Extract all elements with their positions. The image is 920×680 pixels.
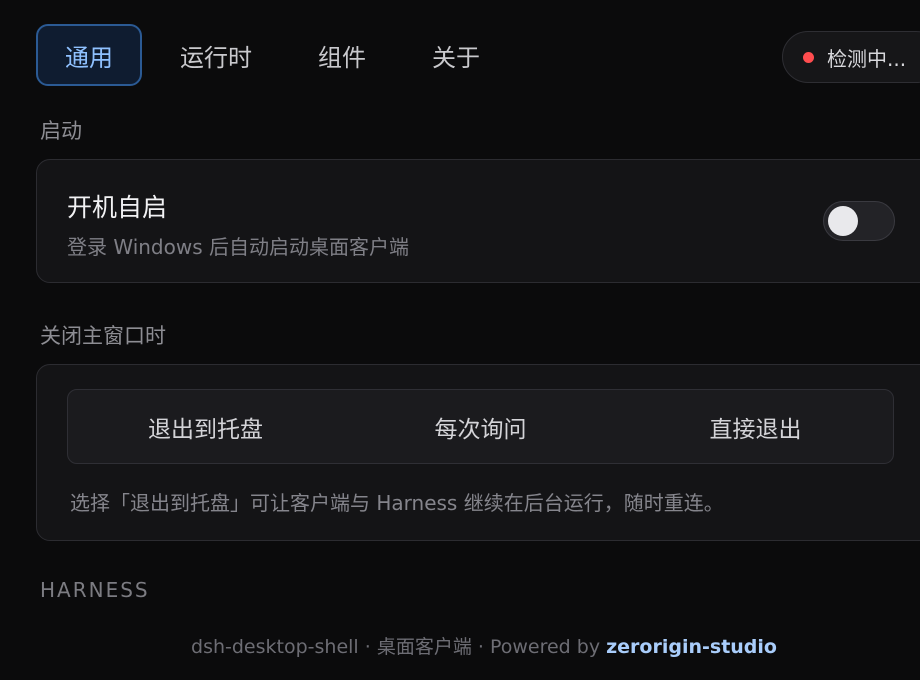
section-label-harness: HARNESS xyxy=(40,578,150,602)
section-label-startup: 启动 xyxy=(40,119,82,143)
startup-card: 开机自启 登录 Windows 后自动启动桌面客户端 xyxy=(36,159,920,283)
close-behavior-card: 退出到托盘 每次询问 直接退出 选择「退出到托盘」可让客户端与 Harness … xyxy=(36,364,920,541)
footer: dsh-desktop-shell · 桌面客户端 · Powered by z… xyxy=(0,632,920,659)
autostart-description: 登录 Windows 后自动启动桌面客户端 xyxy=(67,235,409,259)
section-label-close-window: 关闭主窗口时 xyxy=(40,324,166,348)
status-dot-icon xyxy=(803,51,814,63)
toggle-knob xyxy=(828,206,858,236)
status-badge: 检测中... xyxy=(782,31,920,83)
tab-runtime[interactable]: 运行时 xyxy=(152,24,280,86)
tab-bar: 通用 运行时 组件 关于 xyxy=(36,24,518,86)
autostart-title: 开机自启 xyxy=(67,193,168,222)
status-label: 检测中... xyxy=(827,46,907,71)
close-behavior-selector: 退出到托盘 每次询问 直接退出 xyxy=(67,389,894,464)
option-ask-every-time[interactable]: 每次询问 xyxy=(343,390,618,463)
tab-general[interactable]: 通用 xyxy=(36,24,142,86)
tab-about[interactable]: 关于 xyxy=(404,24,508,86)
footer-text: dsh-desktop-shell · 桌面客户端 · Powered by xyxy=(191,636,607,658)
close-behavior-hint: 选择「退出到托盘」可让客户端与 Harness 继续在后台运行，随时重连。 xyxy=(70,491,724,515)
footer-studio-link[interactable]: zerorigin-studio xyxy=(606,636,777,658)
option-exit-to-tray[interactable]: 退出到托盘 xyxy=(68,390,343,463)
settings-page: 通用 运行时 组件 关于 检测中... 启动 开机自启 登录 Windows 后… xyxy=(0,0,920,680)
option-exit-directly[interactable]: 直接退出 xyxy=(618,390,893,463)
autostart-toggle[interactable] xyxy=(823,201,895,241)
tab-components[interactable]: 组件 xyxy=(290,24,394,86)
